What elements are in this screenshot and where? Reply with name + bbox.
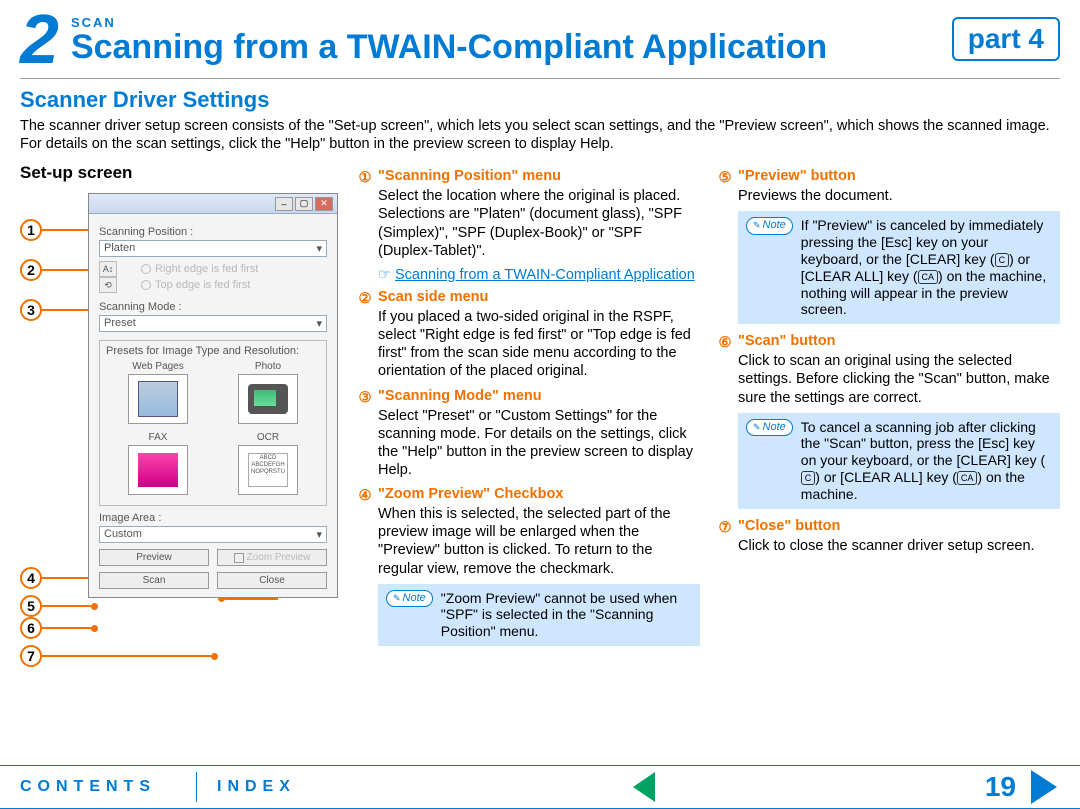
setup-window: – ▢ ✕ Scanning Position : Platen▾ A↕ Rig… [88,193,338,598]
scanning-position-label: Scanning Position : [99,226,327,238]
item5-text: Previews the document. [738,187,1060,205]
callout-4-num: 4 [20,567,42,589]
item2-text: If you placed a two-sided original in th… [378,308,700,381]
callout-3-num: 3 [20,299,42,321]
close-button[interactable]: Close [217,572,327,589]
item5-head: ⑤"Preview" button [716,167,1060,187]
note-label: Note [386,590,433,607]
callout-7: 7 [20,645,218,667]
preset-webpages[interactable]: Web Pages [106,361,210,426]
top-edge-radio[interactable]: Top edge is fed first [141,279,250,291]
section-title: Scanner Driver Settings [0,87,1080,113]
item6-note: Note To cancel a scanning job after clic… [738,413,1060,509]
callout-2: 2 [20,259,98,281]
item6-head: ⑥"Scan" button [716,332,1060,352]
item3-head: ③"Scanning Mode" menu [356,387,700,407]
callout-2-num: 2 [20,259,42,281]
item1-xref[interactable]: ☞Scanning from a TWAIN-Compliant Applica… [378,266,700,284]
chapter-number: 2 [20,4,59,74]
item6-text: Click to scan an original using the sele… [738,352,1060,406]
item4-note: Note "Zoom Preview" cannot be used when … [378,584,700,646]
footer-divider [196,772,197,802]
part-label: part 4 [952,17,1060,61]
contents-link[interactable]: CONTENTS [20,778,156,796]
presets-box: Presets for Image Type and Resolution: W… [99,340,327,506]
zoom-preview-checkbox[interactable]: Zoom Preview [217,549,327,566]
item4-head: ④"Zoom Preview" Checkbox [356,485,700,505]
image-area-label: Image Area : [99,512,327,524]
item5-note-text: If "Preview" is canceled by immediately … [801,217,1052,318]
preview-button[interactable]: Preview [99,549,209,566]
preset-fax[interactable]: FAX [106,432,210,497]
callout-5: 5 [20,595,98,617]
preset-photo[interactable]: Photo [216,361,320,426]
scanning-mode-label: Scanning Mode : [99,301,327,313]
maximize-button[interactable]: ▢ [295,197,313,211]
callout-7-num: 7 [20,645,42,667]
item2-head: ②Scan side menu [356,288,700,308]
item3-text: Select "Preset" or "Custom Settings" for… [378,407,700,480]
item5-note: Note If "Preview" is canceled by immedia… [738,211,1060,324]
item4-text: When this is selected, the selected part… [378,505,700,578]
scanning-mode-select[interactable]: Preset▾ [99,315,327,332]
orientation-b-icon[interactable]: ⟲ [99,277,117,293]
callout-6: 6 [20,617,98,639]
callout-5-num: 5 [20,595,42,617]
next-page-button[interactable] [1028,771,1060,803]
setup-screen-label: Set-up screen [20,163,340,183]
callout-4: 4 [20,567,98,589]
page-title: Scanning from a TWAIN-Compliant Applicat… [71,30,932,64]
right-edge-radio[interactable]: Right edge is fed first [141,263,258,275]
window-close-button[interactable]: ✕ [315,197,333,211]
callout-3: 3 [20,299,98,321]
callout-1: 1 [20,219,98,241]
item1-head: ①"Scanning Position" menu [356,167,700,187]
page-number: 19 [973,771,1028,803]
intro-text: The scanner driver setup screen consists… [0,117,1080,163]
prev-page-button[interactable] [628,771,660,803]
item7-head: ⑦"Close" button [716,517,1060,537]
index-link[interactable]: INDEX [217,778,296,796]
footer-bar: CONTENTS INDEX 19 [0,765,1080,809]
item1-text: Select the location where the original i… [378,187,700,260]
callout-6-num: 6 [20,617,42,639]
item4-note-text: "Zoom Preview" cannot be used when "SPF"… [441,590,692,640]
item6-note-text: To cancel a scanning job after clicking … [801,419,1052,503]
minimize-button[interactable]: – [275,197,293,211]
orientation-a-icon[interactable]: A↕ [99,261,117,277]
presets-label: Presets for Image Type and Resolution: [106,345,320,357]
page-header: 2 SCAN Scanning from a TWAIN-Compliant A… [0,0,1080,74]
preset-ocr[interactable]: OCR ABCD ABCDEFGH NOPQRSTU [216,432,320,497]
window-titlebar: – ▢ ✕ [89,194,337,214]
header-rule [20,78,1060,79]
note-label-6: Note [746,419,793,436]
callout-1-num: 1 [20,219,42,241]
scanning-position-select[interactable]: Platen▾ [99,240,327,257]
scan-button[interactable]: Scan [99,572,209,589]
note-label-5: Note [746,217,793,234]
item7-text: Click to close the scanner driver setup … [738,537,1060,555]
image-area-select[interactable]: Custom▾ [99,526,327,543]
